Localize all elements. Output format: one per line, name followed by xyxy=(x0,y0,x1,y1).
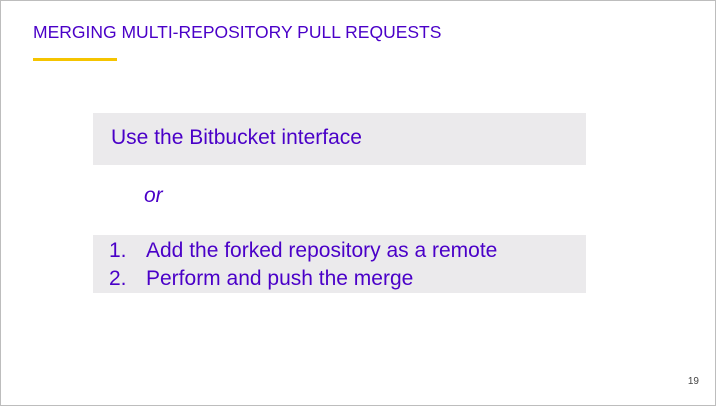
slide-title: MERGING MULTI-REPOSITORY PULL REQUESTS xyxy=(33,22,442,42)
step-number: 1. xyxy=(109,239,127,262)
step-text: Add the forked repository as a remote xyxy=(146,239,498,262)
slide: MERGING MULTI-REPOSITORY PULL REQUESTS U… xyxy=(0,0,716,406)
step-number: 2. xyxy=(109,267,127,290)
or-separator: or xyxy=(144,184,163,207)
step-item-1: 1. Add the forked repository as a remote xyxy=(109,239,497,263)
option-box-steps: 1. Add the forked repository as a remote … xyxy=(93,235,586,293)
title-underline xyxy=(33,58,117,61)
step-item-2: 2. Perform and push the merge xyxy=(109,267,413,291)
page-number: 19 xyxy=(687,376,699,387)
option-bitbucket-text: Use the Bitbucket interface xyxy=(111,126,362,149)
option-box-bitbucket: Use the Bitbucket interface xyxy=(93,113,586,165)
step-text: Perform and push the merge xyxy=(146,267,414,290)
